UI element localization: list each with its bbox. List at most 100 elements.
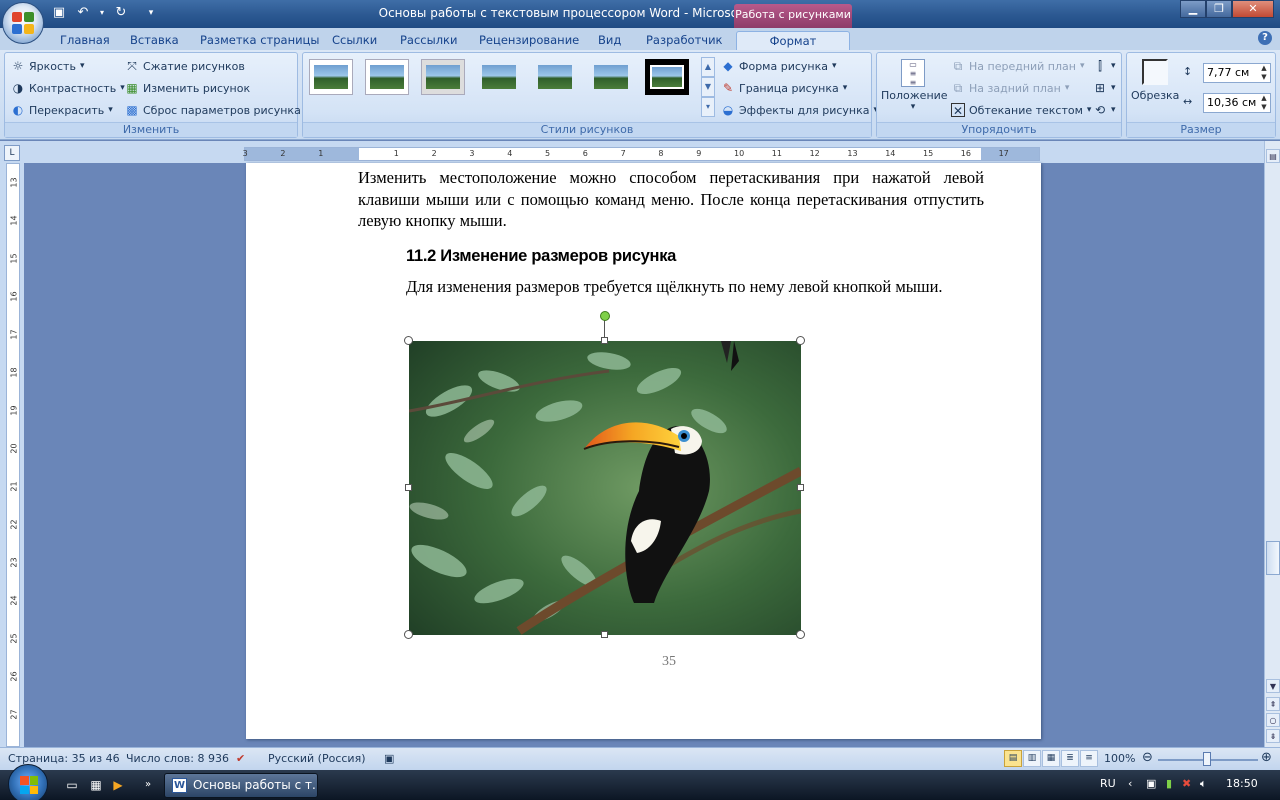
taskbar-word-button[interactable]: W Основы работы с т... [164,773,318,798]
resize-handle-ne[interactable] [796,336,805,345]
text-wrapping-button[interactable]: ✕ Обтекание текстом [951,103,1091,118]
proofing-icon[interactable]: ✔ [236,752,245,765]
align-button[interactable]: ⫿ [1093,59,1116,73]
group-adjust-label: Изменить [5,122,297,137]
rotation-handle[interactable] [600,311,610,321]
volume-icon[interactable]: 🔈︎ [1200,777,1207,791]
media-player-icon[interactable]: ▶ [110,777,126,793]
brightness-button[interactable]: ☼ Яркость [11,59,84,73]
restore-button[interactable]: ❐ [1206,0,1232,18]
resize-handle-se[interactable] [796,630,805,639]
draft-icon[interactable]: ≡ [1080,750,1098,767]
group-arrange-label: Упорядочить [877,122,1121,137]
picture-style-5[interactable] [533,59,577,95]
gallery-down-icon[interactable]: ▼ [701,77,715,97]
quicklaunch-more-icon[interactable]: » [140,777,156,793]
scroll-thumb[interactable] [1266,541,1280,575]
tab-page-layout[interactable]: Разметка страницы [200,31,319,50]
start-button[interactable] [8,764,48,800]
send-to-back-button[interactable]: ⧉ На задний план [951,81,1069,95]
page-count[interactable]: Страница: 35 из 46 [8,752,120,765]
vertical-scrollbar[interactable]: ▤ ▼ ⇞ ○ ⇟ [1264,141,1280,747]
contrast-button[interactable]: ◑ Контрастность [11,81,125,95]
wrap-label: Обтекание текстом [969,103,1083,117]
bring-front-label: На передний план [969,59,1076,73]
zoom-out-icon[interactable]: ⊖ [1142,750,1153,765]
scroll-down-icon[interactable]: ▼ [1266,679,1280,693]
picture-border-button[interactable]: ✎ Граница рисунка [721,81,847,95]
macro-record-icon[interactable]: ▣ [384,752,394,765]
horizontal-ruler[interactable]: 3 2 1 1 2 3 4 5 6 7 8 9 10 11 12 13 14 15 16 17 [243,147,1040,161]
tab-mailings[interactable]: Рассылки [400,31,457,50]
show-desktop-icon[interactable]: ▭ [64,777,80,793]
network-icon[interactable]: ✖ [1182,777,1191,790]
browse-object-icon[interactable]: ○ [1266,713,1280,727]
height-input[interactable]: 7,77 см ▲ ▼ [1203,63,1271,83]
minimize-button[interactable]: ▁ [1180,0,1206,18]
language-indicator[interactable]: RU [1100,777,1116,790]
group-arrange: ▭≡≡ Положение ▾ ⧉ На передний план ⧉ На за… [876,52,1122,138]
resize-handle-w[interactable] [405,484,412,491]
width-input[interactable]: 10,36 см ▲ ▼ [1203,93,1271,113]
rotate-button[interactable]: ⟲ [1093,103,1116,117]
vertical-ruler[interactable]: 13 14 15 16 17 18 19 20 21 22 23 24 25 26 27 [6,163,20,747]
battery-icon[interactable]: ▮ [1166,777,1172,790]
tray-expand-icon[interactable]: ‹ [1128,777,1132,790]
width-spinner[interactable]: ▲ ▼ [1258,94,1270,112]
gallery-up-icon[interactable]: ▲ [701,57,715,77]
picture-style-2[interactable] [365,59,409,95]
change-picture-button[interactable]: ▦ Изменить рисунок [125,81,250,95]
toucan-picture[interactable] [409,341,801,635]
ruler-tick-label: 6 [582,149,588,158]
outline-icon[interactable]: ≣ [1061,750,1079,767]
height-spinner[interactable]: ▲ ▼ [1258,64,1270,82]
picture-style-1[interactable] [309,59,353,95]
picture-style-6[interactable] [589,59,633,95]
tab-home[interactable]: Главная [60,31,110,50]
resize-handle-n[interactable] [601,337,608,344]
group-objects-button[interactable]: ⊞ [1093,81,1116,95]
zoom-slider-knob[interactable] [1203,752,1211,766]
reset-picture-button[interactable]: ▩ Сброс параметров рисунка [125,103,300,117]
tab-view[interactable]: Вид [598,31,621,50]
tray-app-icon[interactable]: ▣ [1146,777,1156,790]
shape-icon: ◆ [723,59,733,73]
resize-handle-nw[interactable] [404,336,413,345]
full-screen-reading-icon[interactable]: ▥ [1023,750,1041,767]
position-button[interactable]: ▭ ≡ ≡ Положение ▾ [881,57,948,121]
web-layout-icon[interactable]: ▦ [1042,750,1060,767]
picture-effects-button[interactable]: ◒ Эффекты для рисунка [721,103,878,117]
help-icon[interactable]: ? [1258,31,1272,45]
gallery-more-icon[interactable]: ▾ [701,97,715,117]
zoom-in-icon[interactable]: ⊕ [1261,750,1272,765]
picture-styles-gallery [309,59,689,95]
office-button[interactable] [2,2,44,44]
next-page-icon[interactable]: ⇟ [1266,729,1280,743]
picture-style-3[interactable] [421,59,465,95]
resize-handle-e[interactable] [797,484,804,491]
resize-handle-s[interactable] [601,631,608,638]
close-button[interactable]: ✕ [1232,0,1274,18]
tab-selector-icon[interactable]: L [4,145,20,161]
print-layout-icon[interactable]: ▤ [1004,750,1022,767]
word-count[interactable]: Число слов: 8 936 [126,752,229,765]
clock[interactable]: 18:50 [1226,777,1258,790]
picture-style-7[interactable] [645,59,689,95]
picture-shape-button[interactable]: ◆ Форма рисунка [721,59,837,73]
ruler-toggle-icon[interactable]: ▤ [1266,149,1280,163]
tab-review[interactable]: Рецензирование [479,31,579,50]
tab-references[interactable]: Ссылки [332,31,377,50]
bring-to-front-button[interactable]: ⧉ На передний план [951,59,1085,73]
tab-format[interactable]: Формат [736,31,850,50]
switch-windows-icon[interactable]: ▦ [88,777,104,793]
picture-style-4[interactable] [477,59,521,95]
zoom-level[interactable]: 100% [1104,752,1135,765]
resize-handle-sw[interactable] [404,630,413,639]
prev-page-icon[interactable]: ⇞ [1266,697,1280,711]
tab-insert[interactable]: Вставка [130,31,179,50]
tab-developer[interactable]: Разработчик [646,31,723,50]
crop-button[interactable]: Обрезка [1131,57,1179,107]
recolor-button[interactable]: ◐ Перекрасить [11,103,113,117]
language[interactable]: Русский (Россия) [268,752,366,765]
compress-pictures-button[interactable]: ⤧ Сжатие рисунков [125,59,245,73]
